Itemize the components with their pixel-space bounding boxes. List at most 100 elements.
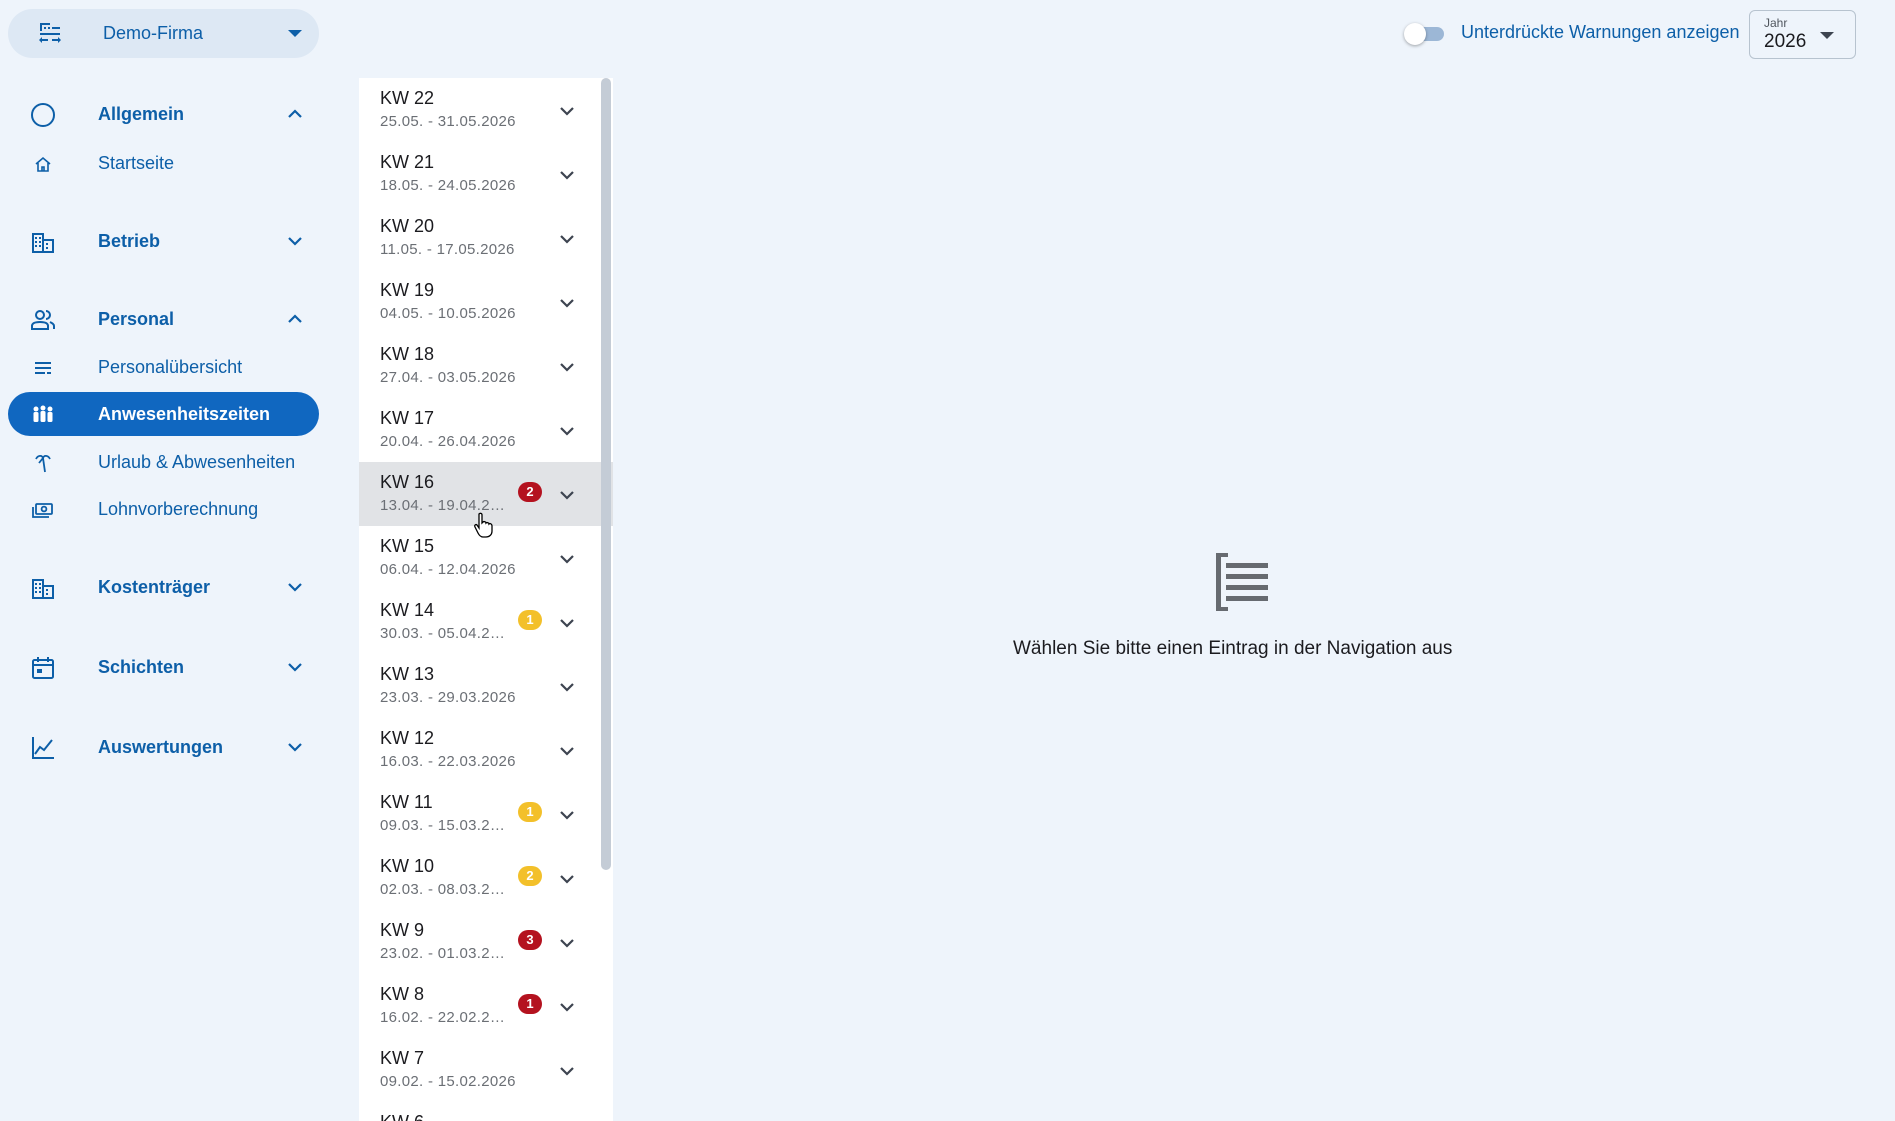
- week-date-range: 23.02. - 01.03.2026: [380, 945, 508, 962]
- chevron-down-icon: [288, 237, 302, 246]
- week-row[interactable]: KW 13 23.03. - 29.03.2026: [359, 654, 613, 718]
- week-date-range: 09.02. - 15.02.2026: [380, 1073, 516, 1090]
- week-number: KW 9: [380, 920, 425, 940]
- week-number: KW 21: [380, 152, 435, 172]
- chevron-down-icon[interactable]: [558, 998, 576, 1016]
- sidebar-group-label: Betrieb: [98, 231, 161, 251]
- chevron-up-icon: [288, 109, 302, 118]
- week-date-range: 30.03. - 05.04.2026: [380, 625, 508, 642]
- sidebar-item-urlaub[interactable]: Urlaub & Abwesenheiten: [8, 440, 319, 484]
- caret-down-icon: [288, 30, 302, 37]
- people-icon: [31, 310, 55, 330]
- week-number: KW 11: [380, 792, 433, 812]
- week-date-range: 09.03. - 15.03.2026: [380, 817, 508, 834]
- week-date-range: 06.04. - 12.04.2026: [380, 561, 516, 578]
- week-date-range: 20.04. - 26.04.2026: [380, 433, 516, 450]
- week-date-range: 16.02. - 22.02.2026: [380, 1009, 508, 1026]
- sidebar-group-betrieb[interactable]: Betrieb: [8, 219, 319, 263]
- week-date-range: 11.05. - 17.05.2026: [380, 241, 515, 258]
- building-switch-icon: [39, 23, 61, 43]
- warning-count-badge: 1: [518, 994, 542, 1014]
- sidebar-item-startseite[interactable]: Startseite: [8, 141, 319, 185]
- sidebar-group-auswertungen[interactable]: Auswertungen: [8, 725, 319, 769]
- sidebar-group-allgemein[interactable]: Allgemein: [8, 92, 319, 136]
- week-row[interactable]: KW 20 11.05. - 17.05.2026: [359, 206, 613, 270]
- sidebar-group-label: Kostenträger: [98, 577, 211, 597]
- week-row[interactable]: KW 18 27.04. - 03.05.2026: [359, 334, 613, 398]
- sidebar-item-anwesenheitszeiten[interactable]: Anwesenheitszeiten: [8, 392, 319, 436]
- chevron-down-icon: [288, 743, 302, 752]
- chevron-down-icon[interactable]: [558, 934, 576, 952]
- warning-count-badge: 2: [518, 866, 542, 886]
- week-number: KW 20: [380, 216, 435, 236]
- chevron-down-icon[interactable]: [558, 294, 576, 312]
- circle-icon: [31, 103, 55, 127]
- chevron-down-icon[interactable]: [558, 102, 576, 120]
- company-selector[interactable]: Demo-Firma: [8, 9, 319, 58]
- week-number: KW 12: [380, 728, 435, 748]
- chart-icon: [32, 737, 54, 759]
- empty-state-message: Wählen Sie bitte einen Eintrag in der Na…: [1013, 638, 1453, 659]
- chevron-down-icon[interactable]: [558, 550, 576, 568]
- week-number: KW 15: [380, 536, 435, 556]
- chevron-down-icon[interactable]: [558, 614, 576, 632]
- year-value: 2026: [1764, 31, 1807, 52]
- week-row[interactable]: KW 14 30.03. - 05.04.2026 1: [359, 590, 613, 654]
- week-date-range: 25.05. - 31.05.2026: [380, 113, 516, 130]
- week-row[interactable]: KW 9 23.02. - 01.03.2026 3: [359, 910, 613, 974]
- chevron-down-icon[interactable]: [558, 422, 576, 440]
- calendar-icon: [32, 657, 54, 679]
- chevron-down-icon[interactable]: [558, 806, 576, 824]
- week-date-range: 23.03. - 29.03.2026: [380, 689, 516, 706]
- week-row[interactable]: KW 22 25.05. - 31.05.2026: [359, 78, 613, 142]
- week-date-range: 16.03. - 22.03.2026: [380, 753, 516, 770]
- week-number: KW 13: [380, 664, 435, 684]
- sidebar-item-label: Anwesenheitszeiten: [98, 404, 271, 424]
- week-row[interactable]: KW 8 16.02. - 22.02.2026 1: [359, 974, 613, 1038]
- week-row[interactable]: KW 10 02.03. - 08.03.2026 2: [359, 846, 613, 910]
- chevron-down-icon[interactable]: [558, 678, 576, 696]
- list-icon: [35, 362, 51, 374]
- sidebar-item-label: Lohnvorberechnung: [98, 499, 259, 519]
- week-number: KW 19: [380, 280, 435, 300]
- week-number: KW 16: [380, 472, 435, 492]
- sidebar-item-personaluebersicht[interactable]: Personalübersicht: [8, 345, 319, 389]
- year-select[interactable]: Jahr 2026: [1749, 10, 1856, 59]
- suppressed-warnings-label[interactable]: Unterdrückte Warnungen anzeigen: [1461, 22, 1740, 43]
- sidebar-item-lohnvorberechnung[interactable]: Lohnvorberechnung: [8, 487, 319, 531]
- week-number: KW 18: [380, 344, 435, 364]
- week-date-range: 02.03. - 08.03.2026: [380, 881, 508, 898]
- toggle-knob: [1404, 23, 1426, 45]
- week-row[interactable]: KW 21 18.05. - 24.05.2026: [359, 142, 613, 206]
- company-name: Demo-Firma: [103, 23, 204, 43]
- week-row[interactable]: KW 19 04.05. - 10.05.2026: [359, 270, 613, 334]
- week-row[interactable]: KW 12 16.03. - 22.03.2026: [359, 718, 613, 782]
- chevron-down-icon[interactable]: [558, 166, 576, 184]
- chevron-down-icon[interactable]: [558, 742, 576, 760]
- week-number: KW 22: [380, 88, 435, 108]
- sidebar-group-label: Personal: [98, 309, 175, 329]
- home-icon: [35, 156, 51, 172]
- week-row[interactable]: KW 17 20.04. - 26.04.2026: [359, 398, 613, 462]
- chevron-down-icon[interactable]: [558, 486, 576, 504]
- warning-count-badge: 3: [518, 930, 542, 950]
- sidebar-group-kostentraeger[interactable]: Kostenträger: [8, 565, 319, 609]
- chevron-down-icon[interactable]: [558, 358, 576, 376]
- suppressed-warnings-toggle[interactable]: [1404, 21, 1446, 45]
- chevron-down-icon[interactable]: [558, 230, 576, 248]
- chevron-down-icon[interactable]: [558, 870, 576, 888]
- warning-count-badge: 2: [518, 482, 542, 502]
- week-row[interactable]: KW 11 09.03. - 15.03.2026 1: [359, 782, 613, 846]
- sidebar-group-personal[interactable]: Personal: [8, 297, 319, 341]
- caret-down-icon: [1820, 32, 1834, 39]
- week-number: KW 6: [380, 1112, 424, 1121]
- sidebar-group-schichten[interactable]: Schichten: [8, 645, 319, 689]
- week-number: KW 10: [380, 856, 435, 876]
- week-number: KW 17: [380, 408, 435, 428]
- week-row[interactable]: KW 6: [359, 1102, 613, 1121]
- warning-count-badge: 1: [518, 610, 542, 630]
- palm-tree-icon: [35, 454, 51, 473]
- week-list-scrollbar[interactable]: [601, 78, 611, 870]
- chevron-down-icon[interactable]: [558, 1062, 576, 1080]
- week-row[interactable]: KW 7 09.02. - 15.02.2026: [359, 1038, 613, 1102]
